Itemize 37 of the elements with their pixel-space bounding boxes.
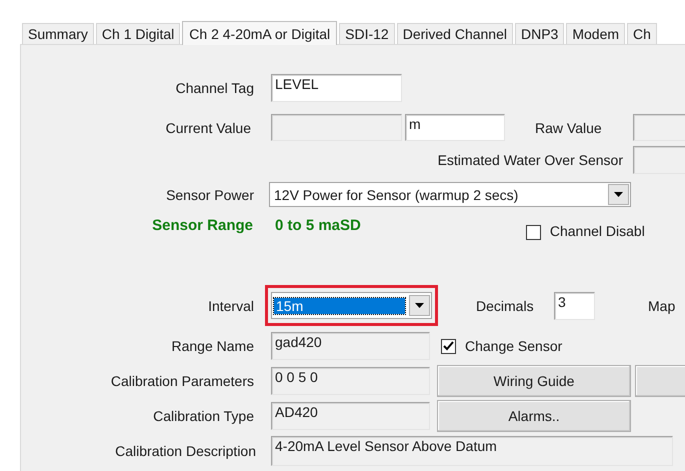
field-label: Map <box>648 298 676 314</box>
checkbox-label: Change Sensor <box>465 338 562 354</box>
dropdown[interactable]: 15m <box>271 292 432 319</box>
wiring-guide-button[interactable]: Wiring Guide <box>437 365 631 397</box>
field-label: Estimated Water Over Sensor <box>436 152 623 168</box>
field-label: Calibration Description <box>114 443 256 459</box>
alarms-button[interactable]: Alarms.. <box>437 400 631 432</box>
field-label: Raw Value <box>535 120 603 136</box>
tab[interactable]: Derived Channel <box>396 23 513 44</box>
tab[interactable]: Summary <box>22 23 94 44</box>
dropdown-arrow-icon <box>415 303 424 308</box>
checkbox-label: Channel Disabl <box>550 223 645 239</box>
tab[interactable]: SDI-12 <box>339 23 395 44</box>
checkmark-icon <box>443 341 454 351</box>
checkbox[interactable] <box>441 338 456 354</box>
button[interactable] <box>635 365 685 397</box>
checkbox[interactable] <box>526 225 541 240</box>
dropdown[interactable]: 12V Power for Sensor (warmup 2 secs) <box>269 182 631 207</box>
field-label: Channel Tag <box>174 80 254 96</box>
text-field[interactable]: LEVEL <box>271 74 402 102</box>
text-field[interactable]: m <box>405 114 505 141</box>
field-label: Calibration Type <box>152 408 254 424</box>
field-label: Calibration Parameters <box>110 373 254 389</box>
dropdown-arrow-icon <box>614 192 623 197</box>
field-label: Decimals <box>476 298 535 314</box>
tab[interactable]: Modem <box>566 23 626 44</box>
field-label: Interval <box>207 298 254 314</box>
tab[interactable]: Ch 1 Digital <box>96 23 180 44</box>
text-field[interactable]: 3 <box>554 292 595 320</box>
field-label: Sensor Power <box>165 186 254 202</box>
field-label: Range Name <box>170 338 254 354</box>
sensor-range-label: Sensor Range <box>151 217 253 234</box>
tab[interactable]: Ch 2 4-20mA or Digital <box>182 21 338 45</box>
sensor-range-value: 0 to 5 maSD <box>275 217 361 234</box>
tab[interactable]: DNP3 <box>515 23 564 44</box>
field-label: Current Value <box>164 120 251 136</box>
tab[interactable]: Ch <box>627 23 657 44</box>
